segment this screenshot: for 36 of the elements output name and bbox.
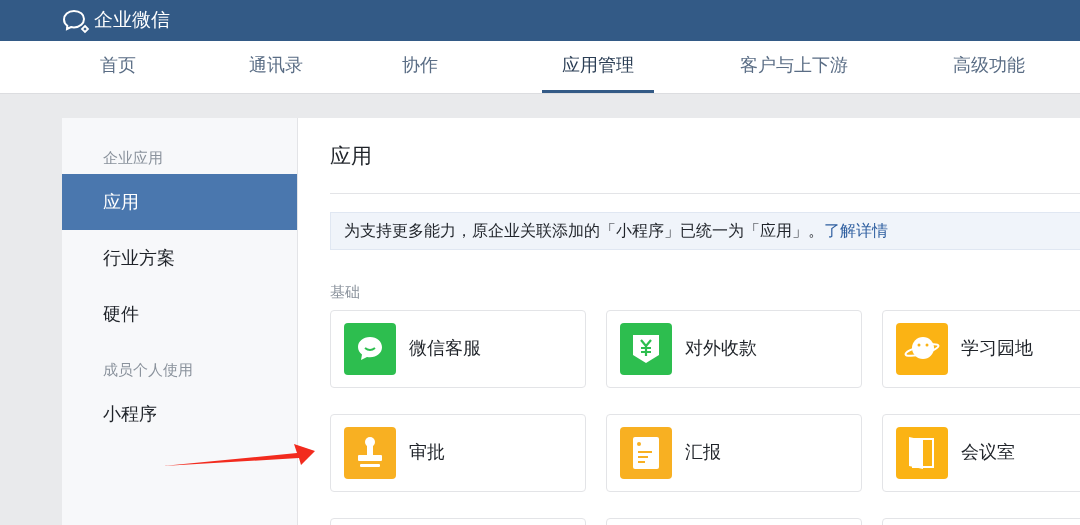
app-name: 对外收款 [685, 337, 757, 360]
section-label: 基础 [330, 282, 360, 302]
yen-shield-icon [633, 334, 659, 363]
app-name: 微信客服 [409, 337, 481, 360]
nav-tab[interactable]: 首页 [80, 41, 156, 93]
sidebar-group-label: 成员个人使用 [102, 359, 194, 380]
sidebar-item[interactable]: 硬件 [62, 286, 297, 342]
nav-tab[interactable]: 应用管理 [542, 41, 654, 93]
page-title: 应用 [330, 143, 372, 169]
stamp-icon [358, 436, 382, 467]
nav-tab[interactable]: 高级功能 [933, 41, 1045, 93]
app-card[interactable]: 微信客服 [330, 309, 586, 388]
app-name: 会议室 [961, 441, 1015, 464]
nav-tab[interactable]: 协作 [382, 41, 458, 93]
chat-bubble-icon [358, 336, 382, 360]
nav-tab[interactable]: 通讯录 [229, 41, 323, 93]
notice-text: 为支持更多能力，原企业关联添加的「小程序」已统一为「应用」。 [344, 221, 824, 241]
app-card[interactable]: 汇报 [606, 413, 862, 492]
report-icon [633, 436, 659, 469]
brand-name: 企业微信 [94, 8, 170, 33]
details-link[interactable]: 了解详情 [824, 219, 888, 243]
planet-icon [904, 336, 940, 359]
app-card[interactable]: 对外收款 [606, 309, 862, 388]
app-card[interactable]: 学习园地 [882, 309, 1080, 388]
sidebar-item[interactable]: 小程序 [62, 386, 297, 442]
app-card[interactable]: 会议室 [882, 413, 1080, 492]
app-name: 汇报 [685, 441, 721, 464]
sidebar-item[interactable]: 行业方案 [62, 230, 297, 286]
sidebar-item[interactable]: 应用 [62, 174, 297, 230]
nav-tab[interactable]: 客户与上下游 [720, 41, 868, 93]
app-name: 审批 [409, 441, 445, 464]
app-name: 学习园地 [961, 337, 1033, 360]
app-card[interactable]: 审批 [330, 413, 586, 492]
chat-logo-icon [62, 7, 92, 34]
sidebar-group-label: 企业应用 [102, 147, 164, 168]
door-icon [909, 436, 934, 469]
